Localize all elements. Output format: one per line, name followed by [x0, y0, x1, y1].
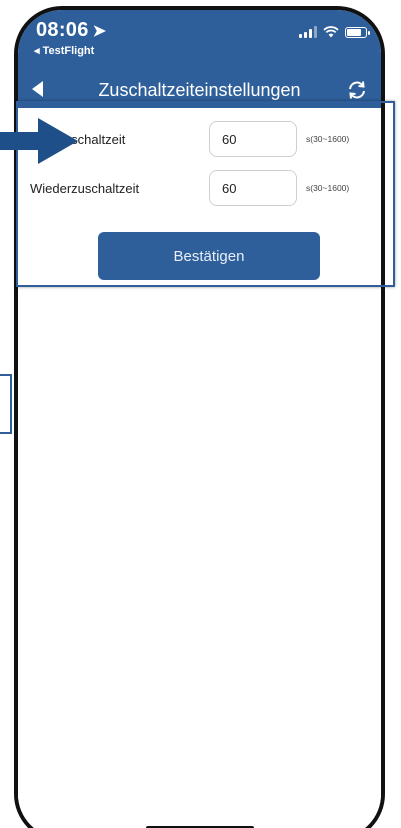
wifi-icon [323, 26, 339, 38]
screenshot-stage: 08:06 ➤ ◂ TestFlight Zuschaltzeiteinstell [0, 0, 401, 828]
start-delay-hint: s(30~1600) [306, 134, 350, 144]
navigation-bar: Zuschaltzeiteinstellungen [18, 72, 381, 108]
start-delay-input[interactable] [209, 121, 297, 157]
restart-delay-row: Wiederzuschaltzeit s(30~1600) [18, 166, 381, 210]
annotation-arrow-icon [0, 118, 78, 164]
clock-text: 08:06 [36, 19, 89, 41]
battery-icon [345, 27, 370, 38]
restart-delay-hint: s(30~1600) [306, 183, 350, 193]
refresh-icon[interactable] [345, 78, 369, 102]
status-time: 08:06 ➤ [36, 19, 106, 42]
confirm-button[interactable]: Bestätigen [98, 232, 320, 280]
annotation-side-marker [0, 374, 12, 434]
status-bar: 08:06 ➤ ◂ TestFlight [18, 10, 381, 72]
restart-delay-input[interactable] [209, 170, 297, 206]
status-icons [299, 26, 370, 38]
location-arrow-icon: ➤ [92, 23, 107, 40]
back-to-testflight-link[interactable]: ◂ TestFlight [34, 44, 94, 57]
signal-icon [299, 26, 317, 38]
settings-content: Startzuschaltzeit s(30~1600) Wiederzusch… [18, 108, 381, 828]
restart-delay-label: Wiederzuschaltzeit [30, 180, 140, 196]
page-title: Zuschaltzeiteinstellungen [98, 80, 301, 100]
